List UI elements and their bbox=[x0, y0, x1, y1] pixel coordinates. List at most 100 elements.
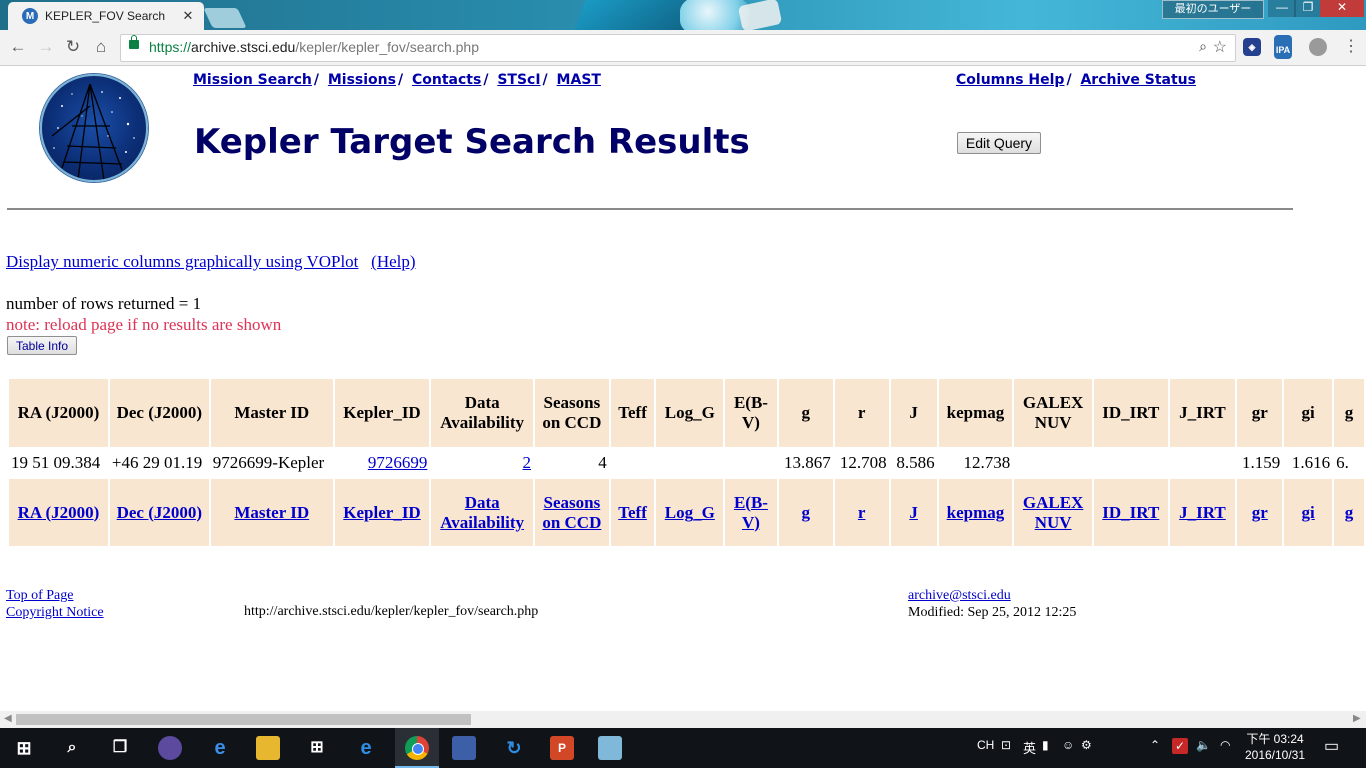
sort-link-j[interactable]: J bbox=[909, 503, 918, 522]
network-app-icon[interactable] bbox=[452, 736, 476, 760]
sort-link-master-id[interactable]: Master ID bbox=[234, 503, 309, 522]
table-info-button[interactable]: Table Info bbox=[7, 336, 77, 355]
reload-icon[interactable]: ↻ bbox=[62, 36, 84, 58]
sort-link-dec[interactable]: Dec (J2000) bbox=[117, 503, 202, 522]
tray-smiley-icon[interactable]: ☺ bbox=[1062, 738, 1074, 752]
sort-link-gr[interactable]: gr bbox=[1252, 503, 1268, 522]
bookmark-star-icon[interactable]: ☆ bbox=[1213, 37, 1227, 57]
col-header-ebv: E(B-V) bbox=[725, 379, 777, 447]
url-text[interactable]: https://archive.stsci.edu/kepler/kepler_… bbox=[149, 39, 479, 55]
nav-link-mast[interactable]: MAST bbox=[557, 72, 601, 88]
window-close-button[interactable]: ✕ bbox=[1320, 0, 1364, 17]
sort-link-r[interactable]: r bbox=[858, 503, 866, 522]
back-arrow-icon[interactable]: ← bbox=[7, 36, 29, 58]
system-clock[interactable]: 下午 03:24 2016/10/31 bbox=[1240, 731, 1310, 763]
internet-explorer-icon[interactable]: e bbox=[354, 736, 378, 760]
col-header-kepmag: kepmag bbox=[938, 379, 1013, 447]
new-tab-button[interactable] bbox=[203, 8, 247, 28]
sort-link-seasons[interactable]: Seasons on CCD bbox=[542, 493, 601, 532]
profile-button[interactable]: 最初のユーザー bbox=[1162, 0, 1264, 19]
tray-settings-icon[interactable]: ⚙ bbox=[1081, 738, 1092, 752]
sort-link-data-availability[interactable]: Data Availability bbox=[440, 493, 524, 532]
nav-link-stsci[interactable]: STScI bbox=[497, 72, 540, 88]
search-icon[interactable]: ⌕ bbox=[60, 736, 84, 760]
sort-link-ebv[interactable]: E(B-V) bbox=[734, 493, 768, 532]
tray-language[interactable]: CH bbox=[977, 738, 994, 752]
scroll-left-arrow-icon[interactable]: ◀ bbox=[4, 713, 12, 724]
store-icon[interactable]: ⊞ bbox=[305, 736, 329, 760]
sort-header-kepmag: kepmag bbox=[938, 479, 1013, 546]
extension-puzzle-icon[interactable] bbox=[1309, 38, 1327, 56]
sort-link-id-irt[interactable]: ID_IRT bbox=[1102, 503, 1159, 522]
scroll-right-arrow-icon[interactable]: ▶ bbox=[1353, 713, 1361, 724]
row-count: number of rows returned = 1 bbox=[6, 294, 202, 313]
sort-header-ra: RA (J2000) bbox=[9, 479, 108, 546]
copyright-link[interactable]: Copyright Notice bbox=[6, 605, 104, 620]
col-header-gi: gi bbox=[1284, 379, 1333, 447]
notes-app-icon[interactable] bbox=[598, 736, 622, 760]
horizontal-scrollbar[interactable]: ◀ ▶ bbox=[0, 711, 1366, 728]
kepler-id-link[interactable]: 9726699 bbox=[368, 453, 428, 472]
nav-link-columns-help[interactable]: Columns Help bbox=[956, 72, 1064, 88]
powerpoint-icon[interactable]: P bbox=[550, 736, 574, 760]
sort-link-g-more[interactable]: g bbox=[1345, 503, 1354, 522]
voplot-help-link[interactable]: (Help) bbox=[371, 252, 415, 271]
file-explorer-icon[interactable] bbox=[256, 736, 280, 760]
sort-link-teff[interactable]: Teff bbox=[618, 503, 647, 522]
sort-link-kepmag[interactable]: kepmag bbox=[947, 503, 1005, 522]
edit-query-button[interactable]: Edit Query bbox=[957, 132, 1041, 154]
tray-antivirus-icon[interactable]: ✓ bbox=[1172, 738, 1188, 754]
chrome-taskbar-button[interactable] bbox=[395, 728, 439, 768]
browser-tab[interactable]: M KEPLER_FOV Search ✕ bbox=[8, 2, 204, 30]
notification-icon[interactable]: ▭ bbox=[1324, 736, 1339, 756]
cell-g: 13.867 bbox=[783, 453, 831, 472]
nav-link-missions[interactable]: Missions bbox=[328, 72, 396, 88]
forward-arrow-icon[interactable]: → bbox=[35, 36, 57, 58]
table-sort-row: RA (J2000) Dec (J2000) Master ID Kepler_… bbox=[9, 479, 1364, 546]
cell-gi: 1.616 bbox=[1291, 453, 1331, 472]
zoom-icon[interactable]: ⌕ bbox=[1199, 38, 1207, 55]
sort-link-kepler-id[interactable]: Kepler_ID bbox=[343, 503, 420, 522]
sort-link-j-irt[interactable]: J_IRT bbox=[1179, 503, 1226, 522]
sort-link-gi[interactable]: gi bbox=[1302, 503, 1315, 522]
chrome-menu-icon[interactable]: ⋮ bbox=[1340, 36, 1362, 58]
nav-link-contacts[interactable]: Contacts bbox=[412, 72, 481, 88]
ipa-extension-icon[interactable]: IPA bbox=[1274, 35, 1292, 59]
sort-link-ra[interactable]: RA (J2000) bbox=[18, 503, 100, 522]
windows-start-icon[interactable]: ⊞ bbox=[12, 736, 36, 760]
refresh-app-icon[interactable]: ↻ bbox=[502, 736, 526, 760]
tab-close-icon[interactable]: ✕ bbox=[180, 8, 196, 24]
eclipse-icon[interactable] bbox=[158, 736, 182, 760]
nav-link-archive-status[interactable]: Archive Status bbox=[1080, 72, 1196, 88]
tray-fullwidth-icon[interactable]: ▮ bbox=[1042, 738, 1049, 752]
wifi-icon[interactable]: ◠ bbox=[1220, 738, 1230, 752]
tray-ime-mode[interactable]: 英 bbox=[1023, 738, 1036, 757]
mast-logo[interactable] bbox=[40, 74, 148, 182]
cell-ebv bbox=[725, 449, 777, 477]
col-header-galex-nuv: GALEX NUV bbox=[1014, 379, 1092, 447]
task-view-icon[interactable]: ❐ bbox=[108, 736, 132, 760]
col-header-master-id: Master ID bbox=[210, 379, 333, 447]
data-availability-link[interactable]: 2 bbox=[523, 453, 532, 472]
sort-header-j: J bbox=[890, 479, 937, 546]
extension-shield-icon[interactable]: ◈ bbox=[1243, 38, 1261, 56]
minimize-button[interactable]: — bbox=[1268, 0, 1296, 17]
edge-icon[interactable]: e bbox=[208, 736, 232, 760]
col-header-g: g bbox=[778, 379, 833, 447]
nav-link-mission-search[interactable]: Mission Search bbox=[193, 72, 312, 88]
modified-date: Modified: Sep 25, 2012 12:25 bbox=[908, 605, 1077, 620]
archive-email-link[interactable]: archive@stsci.edu bbox=[908, 588, 1011, 603]
tray-expand-icon[interactable]: ⌃ bbox=[1150, 738, 1160, 752]
ime-icon[interactable]: ⊡ bbox=[1001, 738, 1011, 752]
restore-button[interactable]: ❐ bbox=[1294, 0, 1322, 17]
sort-link-log-g[interactable]: Log_G bbox=[665, 503, 715, 522]
top-of-page-link[interactable]: Top of Page bbox=[6, 588, 73, 603]
volume-icon[interactable]: 🔈 bbox=[1196, 738, 1211, 752]
col-header-kepler-id: Kepler_ID bbox=[334, 379, 430, 447]
address-bar[interactable]: https://archive.stsci.edu/kepler/kepler_… bbox=[120, 34, 1236, 62]
home-icon[interactable]: ⌂ bbox=[90, 36, 112, 58]
sort-link-galex-nuv[interactable]: GALEX NUV bbox=[1023, 493, 1083, 532]
voplot-link[interactable]: Display numeric columns graphically usin… bbox=[6, 252, 358, 271]
sort-link-g[interactable]: g bbox=[802, 503, 811, 522]
scrollbar-thumb[interactable] bbox=[16, 714, 471, 725]
